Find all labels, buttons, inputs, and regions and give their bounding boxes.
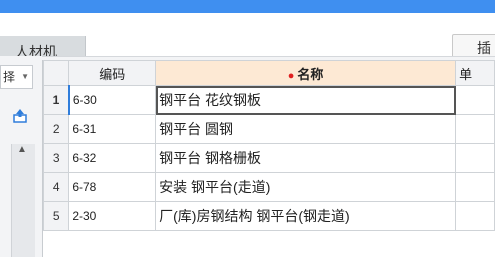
name-cell[interactable]: 安装 钢平台(走道) [155, 172, 457, 202]
row-number: 1 [42, 85, 70, 115]
name-cell[interactable]: 钢平台 钢格栅板 [155, 143, 457, 173]
code-cell[interactable]: 6-32 [68, 143, 157, 173]
unit-cell[interactable] [455, 85, 495, 115]
table-row[interactable]: 3 6-32 钢平台 钢格栅板 [42, 143, 495, 173]
code-cell[interactable]: 6-78 [68, 172, 157, 202]
table-row[interactable]: 4 6-78 安装 钢平台(走道) [42, 172, 495, 202]
table-row[interactable]: 2 6-31 钢平台 圆钢 [42, 114, 495, 144]
code-column-header[interactable]: 编码 [68, 60, 157, 86]
row-number: 5 [42, 201, 70, 231]
filter-dropdown[interactable]: 择 ▼ [0, 65, 33, 89]
scroll-up-arrow-icon[interactable]: ▲ [17, 144, 27, 155]
row-number: 2 [42, 114, 70, 144]
filter-dropdown-value: 择 [3, 70, 16, 84]
quota-table: 编码 ● 名称 单 1 6-30 钢平台 花纹钢板 2 6-31 钢平台 圆钢 3… [42, 60, 495, 231]
name-cell[interactable]: 钢平台 圆钢 [155, 114, 457, 144]
move-up-icon[interactable] [12, 108, 28, 124]
name-column-header-label: 名称 [297, 66, 324, 82]
chevron-down-icon: ▼ [21, 72, 29, 81]
code-cell[interactable]: 2-30 [68, 201, 157, 231]
unit-cell[interactable] [455, 201, 495, 231]
unit-cell[interactable] [455, 143, 495, 173]
code-cell[interactable]: 6-31 [68, 114, 157, 144]
code-cell[interactable]: 6-30 [67, 85, 157, 115]
vertical-scrollbar[interactable]: ▲ [11, 144, 35, 257]
row-number: 4 [42, 172, 70, 202]
rownum-header [42, 60, 70, 86]
left-panel: 择 ▼ ▲ [0, 56, 42, 257]
unit-cell[interactable] [455, 172, 495, 202]
name-column-header[interactable]: ● 名称 [155, 60, 457, 86]
required-mark-icon: ● [287, 69, 295, 82]
table-row[interactable]: 5 2-30 厂(库)房钢结构 钢平台(钢走道) [42, 201, 495, 231]
quota-grid: 编码 ● 名称 单 1 6-30 钢平台 花纹钢板 2 6-31 钢平台 圆钢 3… [42, 60, 495, 257]
table-header-row: 编码 ● 名称 单 [42, 60, 495, 86]
title-bar [0, 0, 495, 13]
unit-column-header[interactable]: 单 [455, 60, 495, 86]
name-cell[interactable]: 钢平台 花纹钢板 [155, 85, 457, 115]
unit-cell[interactable] [455, 114, 495, 144]
table-row[interactable]: 1 6-30 钢平台 花纹钢板 [42, 85, 495, 115]
name-cell[interactable]: 厂(库)房钢结构 钢平台(钢走道) [155, 201, 457, 231]
tab-strip: 人材机 插 [0, 13, 495, 69]
row-number: 3 [42, 143, 70, 173]
